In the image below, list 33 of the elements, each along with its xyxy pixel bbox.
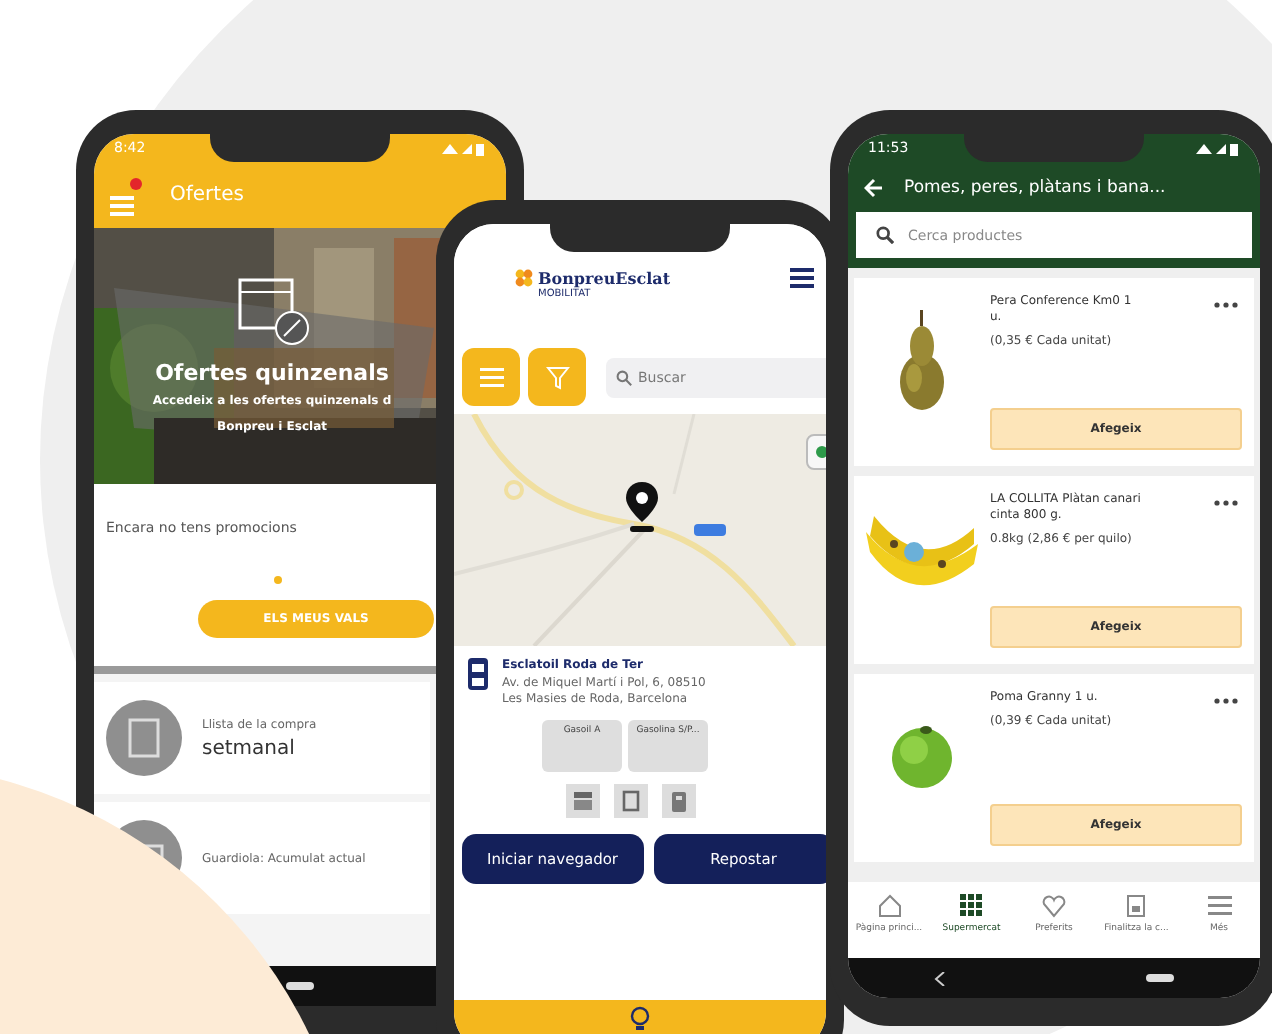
hero-title: Ofertes quinzenals xyxy=(155,360,389,386)
filter-icon xyxy=(545,365,569,389)
home-icon xyxy=(877,894,901,918)
list-icon xyxy=(479,367,503,387)
page-dot xyxy=(274,576,282,584)
header-title: Ofertes xyxy=(170,184,244,206)
shop-icon xyxy=(566,784,600,819)
receipt-icon xyxy=(1124,894,1149,918)
fuel-can-icon xyxy=(662,784,696,819)
station-icon xyxy=(630,1006,650,1030)
map-pin-icon xyxy=(626,482,658,534)
heart-icon xyxy=(1042,894,1066,918)
header-title: Pomes, peres, plàtans i bana... xyxy=(904,178,1166,198)
card-value: setmanal xyxy=(202,737,297,759)
search-icon xyxy=(876,226,894,244)
more-icon[interactable] xyxy=(1214,302,1238,308)
home-indicator xyxy=(286,982,314,990)
document-icon xyxy=(614,784,648,819)
home-indicator xyxy=(1146,974,1174,982)
more-icon[interactable] xyxy=(1214,500,1238,506)
status-icons xyxy=(1192,141,1240,155)
grid-icon xyxy=(959,894,984,918)
status-icons xyxy=(438,141,486,155)
menu-icon[interactable] xyxy=(790,268,814,288)
logo-name: BonpreuEsclat xyxy=(538,268,671,288)
menu-icon xyxy=(1207,894,1231,918)
back-icon[interactable] xyxy=(864,178,884,198)
fuel-pump-icon xyxy=(466,658,490,690)
logo-icon xyxy=(514,268,534,288)
clipboard-icon xyxy=(106,700,182,776)
back-nav-icon[interactable] xyxy=(934,971,946,985)
search-icon xyxy=(616,369,632,385)
more-icon[interactable] xyxy=(1214,698,1238,704)
